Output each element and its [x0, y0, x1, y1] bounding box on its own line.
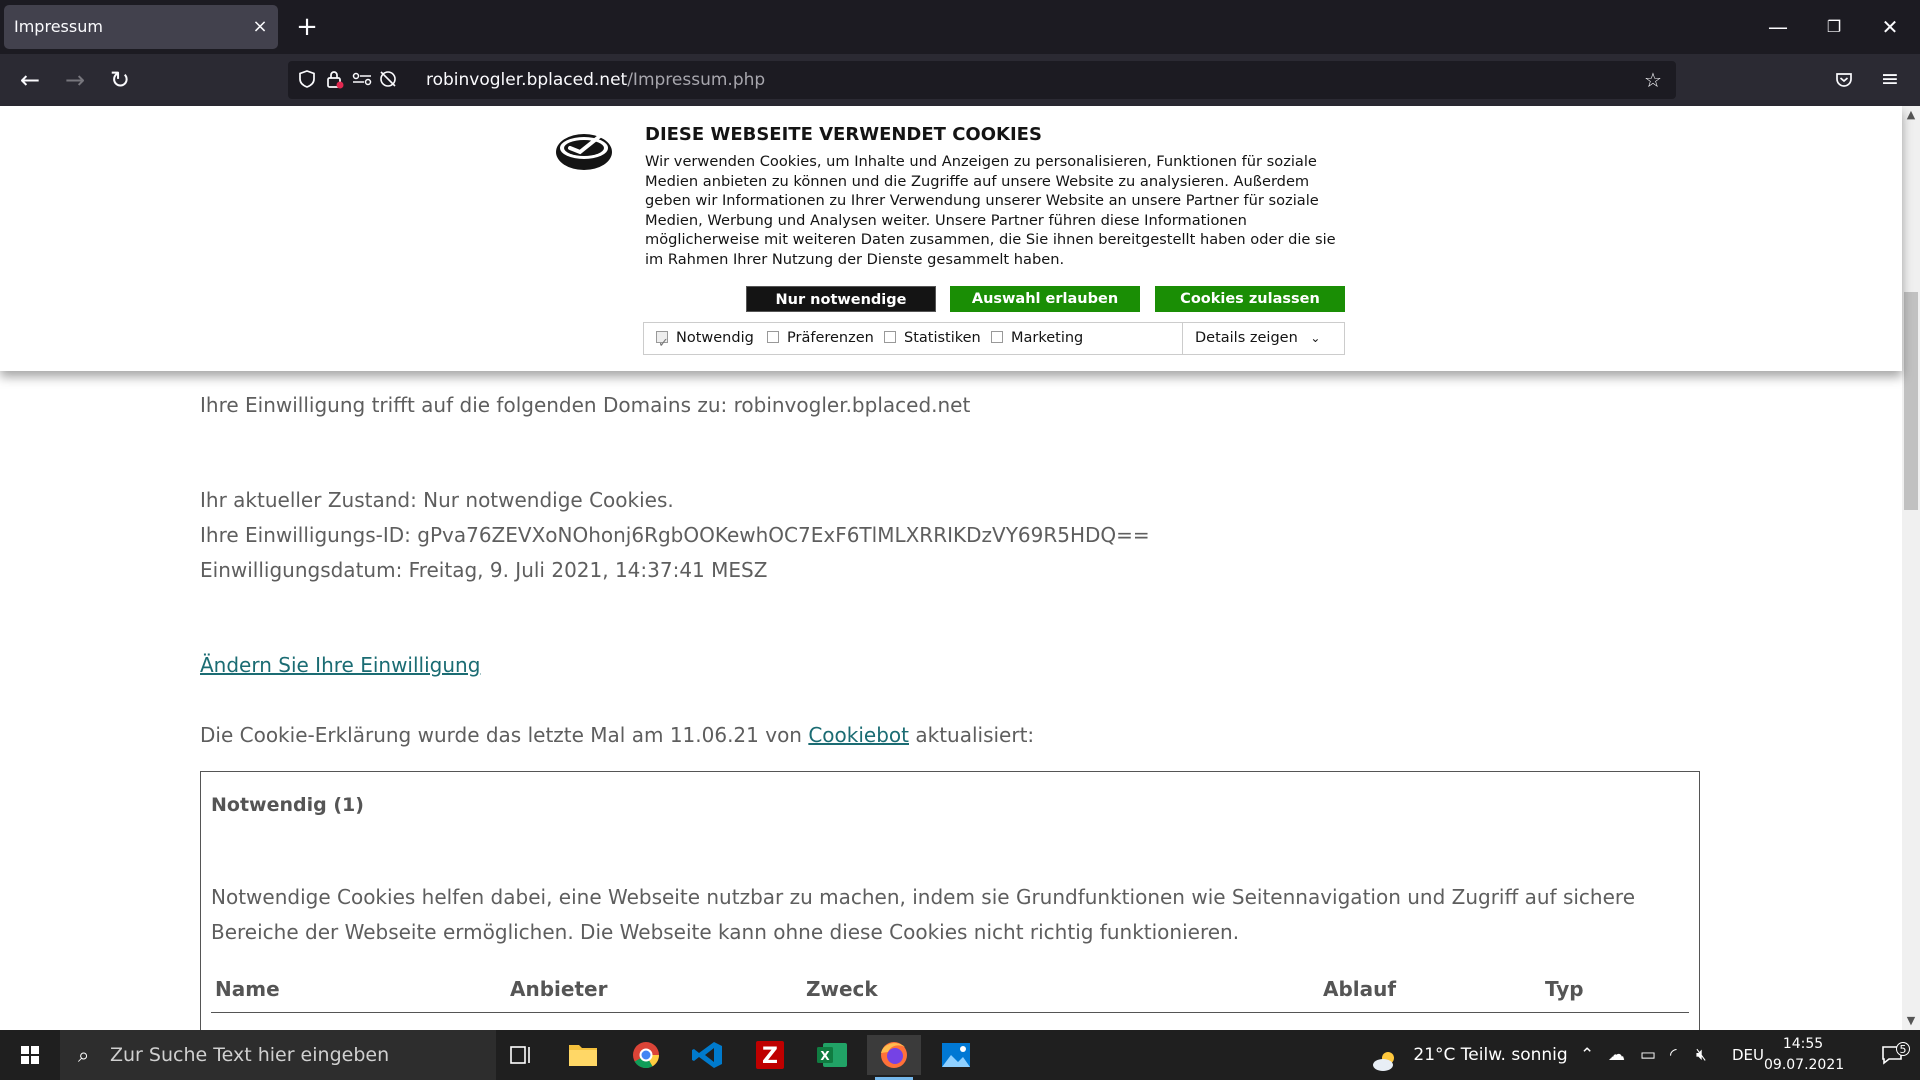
minimize-icon[interactable]: — — [1758, 10, 1798, 44]
chevron-down-icon: ⌄ — [1310, 331, 1321, 345]
option-marketing[interactable]: Marketing — [991, 323, 1083, 354]
option-statistics[interactable]: Statistiken — [884, 323, 981, 354]
tab-close-icon[interactable]: × — [250, 17, 270, 37]
checkbox-preferences[interactable] — [767, 331, 779, 343]
url-text[interactable]: robinvogler.bplaced.net/Impressum.php — [426, 61, 765, 99]
scroll-up-icon[interactable]: ▲ — [1902, 106, 1920, 124]
cookie-options: Notwendig Präferenzen Statistiken Market… — [643, 322, 1345, 359]
close-window-icon[interactable]: ✕ — [1870, 10, 1910, 44]
taskbar-search[interactable]: ⌕ Zur Suche Text hier eingeben — [60, 1030, 496, 1080]
updated-suffix: aktualisiert: — [909, 723, 1035, 747]
permissions-icon[interactable] — [351, 69, 373, 91]
tab-bar: Impressum × + — ❐ ✕ — [0, 0, 1920, 54]
scroll-down-icon[interactable]: ▼ — [1902, 1012, 1920, 1030]
url-bar[interactable]: robinvogler.bplaced.net/Impressum.php ☆ — [288, 61, 1676, 99]
consent-id-text: Ihre Einwilligungs-ID: gPva76ZEVXoNOhonj… — [200, 523, 1150, 547]
scroll-thumb[interactable] — [1904, 292, 1918, 510]
cookiebot-logo-icon — [554, 122, 614, 174]
checkbox-marketing[interactable] — [991, 331, 1003, 343]
url-path: /Impressum.php — [627, 70, 766, 90]
option-necessary-label: Notwendig — [676, 330, 754, 346]
consent-date-text: Einwilligungsdatum: Freitag, 9. Juli 202… — [200, 558, 768, 582]
cookiebot-link[interactable]: Cookiebot — [808, 723, 909, 747]
necessary-cookies-section: Notwendig (1) Notwendige Cookies helfen … — [200, 771, 1700, 1030]
shield-icon[interactable] — [296, 69, 318, 91]
column-provider: Anbieter — [510, 977, 608, 1001]
cookie-banner: DIESE WEBSEITE VERWENDET COOKIES Wir ver… — [0, 106, 1902, 371]
filezilla-icon[interactable]: Z — [743, 1035, 797, 1075]
allow-all-button[interactable]: Cookies zulassen — [1155, 286, 1345, 312]
language-indicator[interactable]: DEU — [1732, 1030, 1764, 1080]
column-purpose: Zweck — [806, 977, 878, 1001]
banner-title: DIESE WEBSEITE VERWENDET COOKIES — [645, 124, 1042, 145]
bookmark-star-icon[interactable]: ☆ — [1642, 69, 1664, 91]
option-necessary[interactable]: Notwendig — [656, 323, 754, 359]
header-divider — [211, 1012, 1689, 1013]
tab-impressum[interactable]: Impressum × — [4, 5, 278, 49]
necessary-only-button[interactable]: Nur notwendige Cookies — [746, 286, 936, 334]
checkbox-statistics[interactable] — [884, 331, 896, 343]
file-explorer-icon[interactable] — [556, 1035, 610, 1075]
consent-domains-text: Ihre Einwilligung trifft auf die folgend… — [200, 393, 971, 417]
url-domain: robinvogler.bplaced.net — [426, 70, 628, 90]
tracking-blocked-icon[interactable] — [377, 69, 399, 91]
option-statistics-label: Statistiken — [904, 330, 981, 346]
svg-text:Z: Z — [762, 1044, 778, 1069]
section-title: Notwendig (1) — [211, 794, 364, 816]
vscode-icon[interactable] — [681, 1035, 735, 1075]
consent-state-text: Ihr aktueller Zustand: Nur notwendige Co… — [200, 488, 674, 512]
updated-prefix: Die Cookie-Erklärung wurde das letzte Ma… — [200, 723, 809, 747]
column-type: Typ — [1545, 977, 1584, 1001]
notification-count: 5 — [1896, 1042, 1910, 1056]
reload-icon[interactable]: ↻ — [102, 62, 138, 98]
section-description: Notwendige Cookies helfen dabei, eine We… — [211, 885, 1635, 944]
task-view-icon[interactable] — [494, 1035, 548, 1075]
new-tab-button[interactable]: + — [292, 12, 322, 42]
show-hidden-icons[interactable]: ⌃ — [1580, 1030, 1594, 1080]
excel-icon[interactable]: X — [805, 1035, 859, 1075]
change-consent-link[interactable]: Ändern Sie Ihre Einwilligung — [200, 653, 480, 677]
lock-warning-icon[interactable] — [323, 69, 345, 91]
restore-icon[interactable]: ❐ — [1814, 10, 1854, 44]
checkbox-necessary[interactable] — [656, 328, 669, 359]
navigation-bar: ← → ↻ robinvogler.bplaced.net/Impressum.… — [0, 54, 1920, 106]
option-preferences[interactable]: Präferenzen — [767, 323, 874, 354]
page-scrollbar[interactable]: ▲ ▼ — [1902, 106, 1920, 1030]
photos-icon[interactable] — [929, 1035, 983, 1075]
option-preferences-label: Präferenzen — [787, 330, 874, 346]
svg-text:X: X — [820, 1049, 830, 1063]
windows-logo-icon — [21, 1046, 39, 1064]
wifi-icon[interactable]: ◜ — [1670, 1030, 1677, 1080]
clock[interactable]: 14:55 09.07.2021 — [1764, 1034, 1845, 1076]
allow-selection-button[interactable]: Auswahl erlauben — [950, 286, 1140, 312]
pocket-icon[interactable] — [1826, 62, 1862, 98]
column-name: Name — [215, 977, 280, 1001]
menu-icon[interactable]: ≡ — [1872, 62, 1908, 98]
onedrive-icon[interactable]: ☁ — [1608, 1030, 1625, 1080]
details-label: Details zeigen — [1195, 330, 1298, 346]
weather-icon — [1372, 1042, 1398, 1071]
details-toggle[interactable]: Details zeigen ⌄ — [1182, 323, 1345, 354]
search-placeholder: Zur Suche Text hier eingeben — [110, 1044, 390, 1066]
clock-time: 14:55 — [1782, 1036, 1824, 1052]
firefox-icon[interactable] — [867, 1035, 921, 1080]
weather-text: 21°C Teilw. sonnig — [1413, 1045, 1568, 1065]
column-expiry: Ablauf — [1323, 977, 1397, 1001]
weather-widget[interactable]: 21°C Teilw. sonnig — [1372, 1030, 1568, 1080]
banner-text: Wir verwenden Cookies, um Inhalte und An… — [645, 153, 1336, 268]
volume-muted-icon[interactable]: 🔇︎ — [1696, 1030, 1707, 1080]
notification-center-icon[interactable]: 5 — [1872, 1030, 1912, 1080]
forward-icon[interactable]: → — [57, 62, 93, 98]
tab-title: Impressum — [14, 17, 103, 36]
windows-taskbar: ⌕ Zur Suche Text hier eingeben Z X 21°C … — [0, 1030, 1920, 1080]
battery-icon[interactable]: ▭ — [1640, 1030, 1656, 1080]
declaration-updated-text: Die Cookie-Erklärung wurde das letzte Ma… — [200, 723, 1034, 747]
start-button[interactable] — [0, 1030, 60, 1080]
search-icon: ⌕ — [78, 1043, 90, 1067]
clock-date: 09.07.2021 — [1764, 1057, 1845, 1073]
back-icon[interactable]: ← — [12, 62, 48, 98]
chrome-icon[interactable] — [619, 1035, 673, 1075]
option-marketing-label: Marketing — [1011, 330, 1084, 346]
